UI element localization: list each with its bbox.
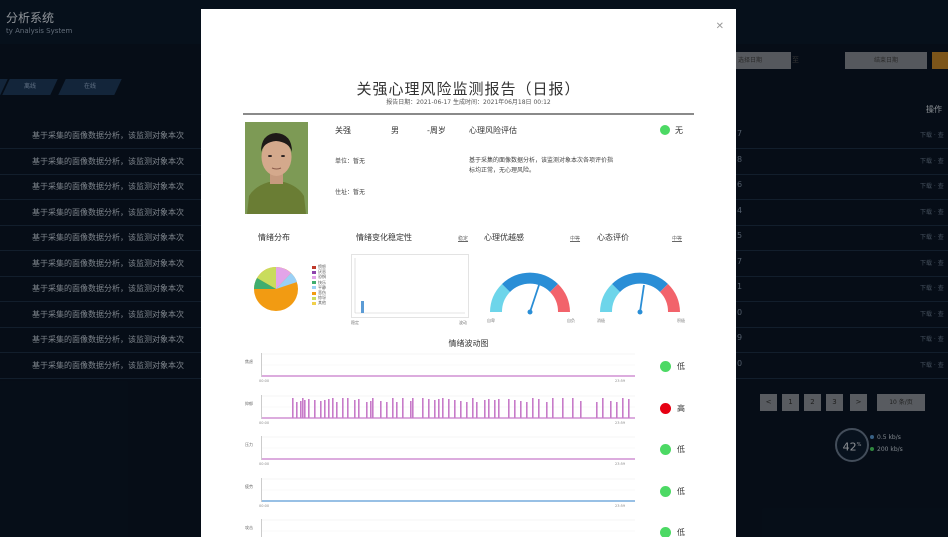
subject-unit: 单位：暂无 (335, 158, 366, 165)
advantage-title: 心理优越感 (484, 233, 524, 242)
level-text: 高 (677, 404, 685, 413)
wave-chart (261, 478, 635, 502)
wave-row: 攻击00:0023:59 (245, 519, 640, 537)
level-text: 低 (677, 528, 685, 537)
emotion-dist-title: 情绪分布 (258, 233, 290, 242)
subject-photo (245, 122, 308, 214)
report-title: 关强心理风险监测报告（日报） (356, 80, 581, 98)
gauge1-right-label: 自负 (567, 318, 575, 323)
divider (243, 113, 694, 115)
wave-chart (261, 353, 635, 377)
stability-link[interactable]: 稳定 (458, 235, 468, 242)
wave-time-start: 00:00 (259, 421, 270, 425)
wave-name: 压力 (245, 442, 253, 447)
subject-age: -周岁 (427, 126, 446, 135)
subject-gender: 男 (391, 126, 399, 135)
level-text: 低 (677, 445, 685, 454)
wave-time-start: 00:00 (259, 379, 270, 383)
advantage-gauge (490, 272, 570, 315)
close-icon[interactable]: ✕ (716, 21, 724, 32)
wave-name: 焦虑 (245, 359, 253, 364)
level-status-icon (660, 527, 671, 537)
stability-axis-right: 波动 (459, 320, 467, 325)
mood-link[interactable]: 中等 (672, 235, 682, 242)
wave-chart (261, 519, 635, 537)
mood-title: 心态评价 (597, 233, 629, 242)
advantage-link[interactable]: 中等 (570, 235, 580, 242)
wave-time-end: 23:59 (615, 462, 626, 466)
level-status-icon (660, 486, 671, 497)
level-status-icon (660, 361, 671, 372)
wave-chart (261, 436, 635, 460)
level-text: 低 (677, 362, 685, 371)
risk-level: 无 (675, 126, 683, 135)
wave-time-start: 00:00 (259, 504, 270, 508)
mood-gauge (600, 272, 680, 315)
subject-name: 关强 (335, 126, 351, 135)
report-meta: 报告日期：2021-06-17 生成时间：2021年06月18日 00:12 (386, 99, 551, 106)
wave-row: 焦虑 00:00 23:59 (245, 353, 640, 383)
stability-bar (361, 301, 364, 313)
wave-name: 抑郁 (245, 401, 253, 406)
wave-row: 抑郁 00:00 23:59 (245, 395, 640, 425)
legend-item: 其他 (312, 300, 326, 305)
stability-chart (351, 254, 469, 318)
subject-address: 住址：暂无 (335, 189, 366, 196)
level-status-icon (660, 444, 671, 455)
report-modal: ✕ 关强心理风险监测报告（日报） 报告日期：2021-06-17 生成时间：20… (201, 9, 736, 537)
wave-time-end: 23:59 (615, 421, 626, 425)
level-status-icon (660, 403, 671, 414)
wave-row: 疲劳 00:00 23:59 (245, 478, 640, 508)
wave-row: 压力 00:00 23:59 (245, 436, 640, 466)
wave-time-start: 00:00 (259, 462, 270, 466)
risk-status-icon (660, 125, 670, 135)
wave-chart (261, 395, 635, 419)
summary-line-2: 标均正常，无心理风险。 (469, 167, 536, 174)
wave-name: 疲劳 (245, 484, 253, 489)
level-text: 低 (677, 487, 685, 496)
risk-label: 心理风险评估 (469, 126, 517, 135)
emotion-legend: 愤怒 厌恶 恐惧 快乐 平静 悲伤 惊讶 其他 (312, 264, 326, 306)
wave-time-end: 23:59 (615, 504, 626, 508)
emotion-pie-chart (254, 267, 298, 311)
wave-name: 攻击 (245, 525, 253, 530)
stability-title: 情绪变化稳定性 (356, 233, 412, 242)
gauge2-left-label: 消极 (597, 318, 605, 323)
summary-line-1: 基于采集的面像数据分析，该监测对象本次各项评价指 (469, 157, 614, 164)
wave-time-end: 23:59 (615, 379, 626, 383)
stability-axis-left: 稳定 (351, 320, 359, 325)
gauge2-right-label: 积极 (677, 318, 685, 323)
wave-title: 情绪波动图 (448, 339, 489, 348)
gauge1-left-label: 自卑 (487, 318, 495, 323)
